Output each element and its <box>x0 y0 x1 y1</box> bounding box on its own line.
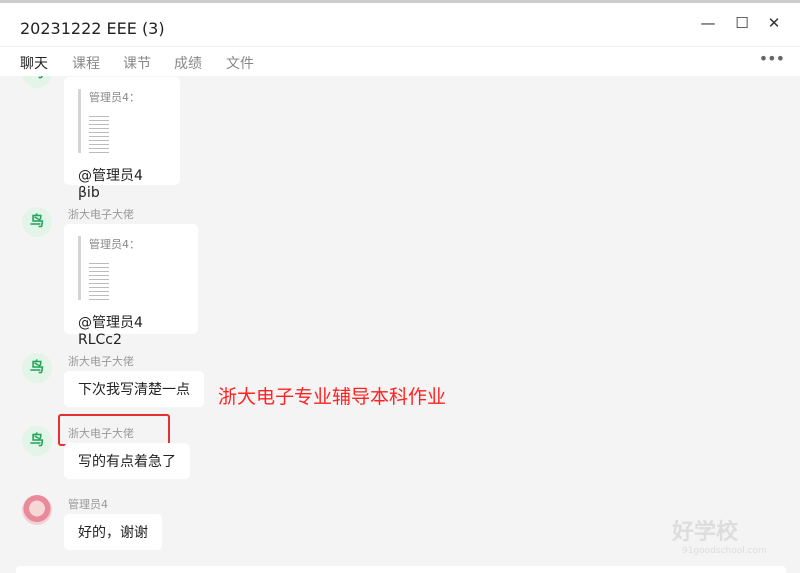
tab-grades[interactable]: 成绩 <box>174 53 202 73</box>
window-title: 20231222 EEE (3) <box>20 19 165 38</box>
more-icon[interactable]: ••• <box>759 49 785 68</box>
sender-name: 管理员4 <box>68 498 108 511</box>
quoted-message: 管理员4： <box>78 89 166 153</box>
quote-sender: 管理员4： <box>89 91 140 104</box>
message-text: @管理员4 βib <box>78 168 143 201</box>
tab-bar: 聊天 课程 课节 成绩 文件 ••• <box>0 46 800 79</box>
avatar[interactable]: 鸟 <box>22 426 52 456</box>
highlight-box <box>58 414 170 446</box>
annotation-text: 浙大电子专业辅导本科作业 <box>218 386 447 408</box>
tab-lessons[interactable]: 课节 <box>123 53 151 73</box>
quote-sender: 管理员4： <box>89 238 140 251</box>
avatar[interactable]: 鸟 <box>22 207 52 237</box>
minimize-button[interactable]: — <box>696 12 720 34</box>
message-bubble[interactable]: 管理员4： @管理员4 βib <box>64 77 180 201</box>
message-bubble[interactable]: 管理员4： @管理员4 RLCc2 <box>64 224 198 348</box>
maximize-button[interactable]: ☐ <box>730 12 754 34</box>
message-bubble[interactable]: 写的有点着急了 <box>64 443 190 479</box>
watermark-logo: 好学校 91goodschool.com <box>672 520 767 556</box>
quoted-image[interactable] <box>89 113 109 153</box>
message-text: @管理员4 RLCc2 <box>78 315 143 348</box>
close-button[interactable]: ✕ <box>762 12 786 34</box>
avatar[interactable]: 鸟 <box>22 76 52 88</box>
tab-courses[interactable]: 课程 <box>72 53 100 73</box>
message-bubble[interactable]: 好的，谢谢 <box>64 514 162 550</box>
background-strip <box>0 0 800 3</box>
message-input[interactable] <box>16 566 786 573</box>
tab-chat[interactable]: 聊天 <box>18 53 50 79</box>
message-bubble[interactable]: 下次我写清楚一点 <box>64 371 204 407</box>
avatar[interactable]: 鸟 <box>22 353 52 383</box>
sender-name: 浙大电子大佬 <box>68 355 134 368</box>
quoted-message: 管理员4： <box>78 236 184 300</box>
quoted-image[interactable] <box>89 260 109 300</box>
sender-name: 浙大电子大佬 <box>68 208 134 221</box>
chat-area[interactable]: 鸟 管理员4： @管理员4 βib 鸟 浙大电子大佬 管理员4： @管理员4 R… <box>0 76 800 573</box>
avatar[interactable] <box>22 495 52 525</box>
tab-files[interactable]: 文件 <box>226 53 254 73</box>
